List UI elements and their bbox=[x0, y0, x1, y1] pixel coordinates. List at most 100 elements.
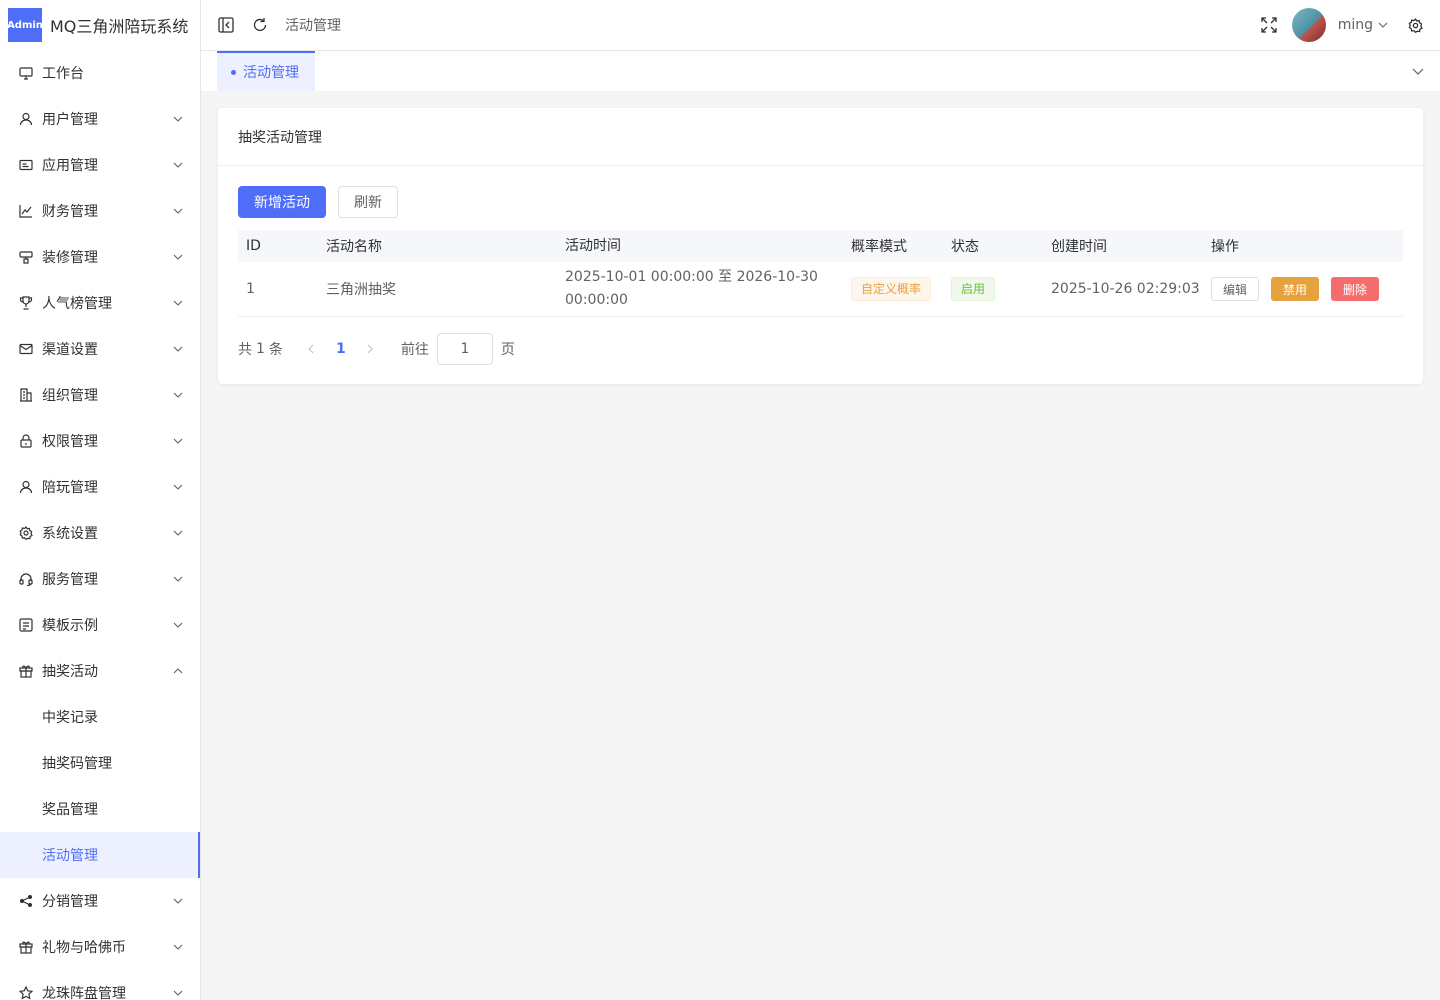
sidebar-item-label: 用户管理 bbox=[42, 112, 98, 128]
total-suffix: 条 bbox=[268, 342, 283, 358]
template-icon bbox=[18, 617, 34, 633]
share-icon bbox=[18, 893, 34, 909]
column-header-status: 状态 bbox=[951, 239, 979, 255]
sidebar-item-gifts-coins[interactable]: 礼物与哈佛币 bbox=[0, 924, 200, 970]
lock-icon bbox=[18, 433, 34, 449]
goto-page-input[interactable] bbox=[436, 333, 493, 365]
status-badge: 启用 bbox=[951, 277, 996, 301]
cell-created: 2025-10-26 02:29:03 bbox=[1051, 281, 1200, 297]
sidebar-item-lottery-codes[interactable]: 抽奖码管理 bbox=[0, 740, 200, 786]
total-count: 1 bbox=[256, 341, 265, 357]
sidebar-item-label: 权限管理 bbox=[42, 434, 98, 450]
app-icon bbox=[18, 157, 34, 173]
page-suffix: 页 bbox=[500, 342, 515, 358]
chevron-down-icon bbox=[172, 159, 184, 171]
user-icon bbox=[18, 479, 34, 495]
refresh-icon[interactable] bbox=[251, 16, 269, 34]
sidebar-item-users[interactable]: 用户管理 bbox=[0, 96, 200, 142]
chevron-down-icon bbox=[172, 435, 184, 447]
tab-activity-management[interactable]: 活动管理 bbox=[217, 51, 315, 91]
table-header: ID 活动名称 活动时间 概率模式 状态 创建时间 操作 bbox=[238, 230, 1403, 262]
sidebar-item-label: 礼物与哈佛币 bbox=[42, 940, 126, 956]
tabs-bar: 活动管理 bbox=[201, 51, 1440, 91]
sidebar-item-activities[interactable]: 活动管理 bbox=[0, 832, 200, 878]
sidebar-item-decor[interactable]: 装修管理 bbox=[0, 234, 200, 280]
mode-tag: 自定义概率 bbox=[851, 277, 932, 301]
sidebar-item-prizes[interactable]: 奖品管理 bbox=[0, 786, 200, 832]
goto-label: 前往 bbox=[400, 342, 429, 358]
logo-badge: Admin bbox=[7, 8, 43, 42]
prev-page-icon[interactable] bbox=[301, 339, 321, 359]
sidebar-item-channels[interactable]: 渠道设置 bbox=[0, 326, 200, 372]
sidebar-item-apps[interactable]: 应用管理 bbox=[0, 142, 200, 188]
column-header-name: 活动名称 bbox=[326, 239, 382, 255]
delete-button[interactable]: 删除 bbox=[1331, 277, 1380, 301]
toolbar: 新增活动 刷新 bbox=[238, 186, 398, 218]
avatar[interactable] bbox=[1291, 8, 1326, 42]
chevron-down-icon bbox=[172, 389, 184, 401]
user-menu[interactable]: ming bbox=[1338, 17, 1388, 33]
sidebar-item-templates[interactable]: 模板示例 bbox=[0, 602, 200, 648]
cell-mode: 自定义概率 bbox=[843, 277, 943, 301]
sidebar-item-dragon-ball[interactable]: 龙珠阵盘管理 bbox=[0, 970, 200, 1000]
chevron-down-icon bbox=[172, 297, 184, 309]
column-header-id: ID bbox=[246, 238, 261, 254]
chevron-down-icon bbox=[172, 987, 184, 999]
sidebar-item-finance[interactable]: 财务管理 bbox=[0, 188, 200, 234]
page-number-current[interactable]: 1 bbox=[327, 341, 355, 357]
lottery-activity-card: 抽奖活动管理 新增活动 刷新 ID 活动名称 活动时间 概率模式 状态 创建时间… bbox=[218, 108, 1423, 384]
sidebar-item-win-records[interactable]: 中奖记录 bbox=[0, 694, 200, 740]
sidebar-item-label: 陪玩管理 bbox=[42, 480, 98, 496]
sidebar-item-companions[interactable]: 陪玩管理 bbox=[0, 464, 200, 510]
column-header-mode: 概率模式 bbox=[851, 239, 907, 255]
sidebar-item-dashboard[interactable]: 工作台 bbox=[0, 50, 200, 96]
edit-button[interactable]: 编辑 bbox=[1211, 277, 1260, 301]
fullscreen-icon[interactable] bbox=[1260, 16, 1278, 34]
chevron-down-icon bbox=[172, 205, 184, 217]
column-header-time: 活动时间 bbox=[565, 237, 621, 254]
sidebar-item-popularity[interactable]: 人气榜管理 bbox=[0, 280, 200, 326]
sidebar-item-lottery[interactable]: 抽奖活动 bbox=[0, 648, 200, 694]
chevron-down-icon bbox=[172, 481, 184, 493]
gear-icon bbox=[18, 525, 34, 541]
total-prefix: 共 bbox=[238, 342, 252, 358]
refresh-button[interactable]: 刷新 bbox=[338, 186, 398, 218]
sidebar-item-distribution[interactable]: 分销管理 bbox=[0, 878, 200, 924]
sidebar-item-label: 中奖记录 bbox=[42, 710, 98, 726]
decor-icon bbox=[18, 249, 34, 265]
pagination: 共 1 条 1 前往 页 bbox=[238, 333, 515, 365]
building-icon bbox=[18, 387, 34, 403]
sidebar-item-label: 系统设置 bbox=[42, 526, 98, 542]
activity-table: ID 活动名称 活动时间 概率模式 状态 创建时间 操作 1 三角洲抽奖 202… bbox=[238, 230, 1403, 317]
sidebar: Admin MQ三角洲陪玩系统 工作台 用户管理 应用管理 财务管理 装修管理 … bbox=[0, 0, 201, 1000]
chevron-down-icon bbox=[172, 527, 184, 539]
sidebar-item-system-settings[interactable]: 系统设置 bbox=[0, 510, 200, 556]
breadcrumb: 活动管理 bbox=[285, 18, 341, 34]
chevron-down-icon bbox=[172, 619, 184, 631]
active-dot bbox=[231, 69, 236, 75]
gift-icon bbox=[18, 663, 34, 679]
username: ming bbox=[1337, 17, 1373, 33]
add-activity-button[interactable]: 新增活动 bbox=[238, 186, 326, 218]
sidebar-item-permissions[interactable]: 权限管理 bbox=[0, 418, 200, 464]
headset-icon bbox=[18, 571, 34, 587]
sidebar-item-organization[interactable]: 组织管理 bbox=[0, 372, 200, 418]
gear-icon[interactable] bbox=[1406, 16, 1424, 34]
chevron-down-icon[interactable] bbox=[1410, 63, 1426, 79]
sidebar-item-label: 工作台 bbox=[42, 66, 84, 82]
chevron-up-icon bbox=[172, 665, 184, 677]
table-row: 1 三角洲抽奖 2025-10-01 00:00:00 至 2026-10-30… bbox=[238, 262, 1403, 317]
disable-button[interactable]: 禁用 bbox=[1271, 277, 1320, 301]
chevron-down-icon bbox=[172, 941, 184, 953]
sidebar-item-services[interactable]: 服务管理 bbox=[0, 556, 200, 602]
sidebar-item-label: 财务管理 bbox=[42, 204, 98, 220]
next-page-icon[interactable] bbox=[361, 339, 381, 359]
chevron-down-icon bbox=[172, 343, 184, 355]
chevron-down-icon bbox=[172, 573, 184, 585]
collapse-sidebar-icon[interactable] bbox=[217, 16, 235, 34]
logo[interactable]: Admin MQ三角洲陪玩系统 bbox=[0, 0, 200, 50]
column-header-created: 创建时间 bbox=[1051, 239, 1107, 255]
chevron-down-icon bbox=[172, 895, 184, 907]
tab-label: 活动管理 bbox=[243, 65, 299, 81]
chevron-down-icon bbox=[172, 113, 184, 125]
